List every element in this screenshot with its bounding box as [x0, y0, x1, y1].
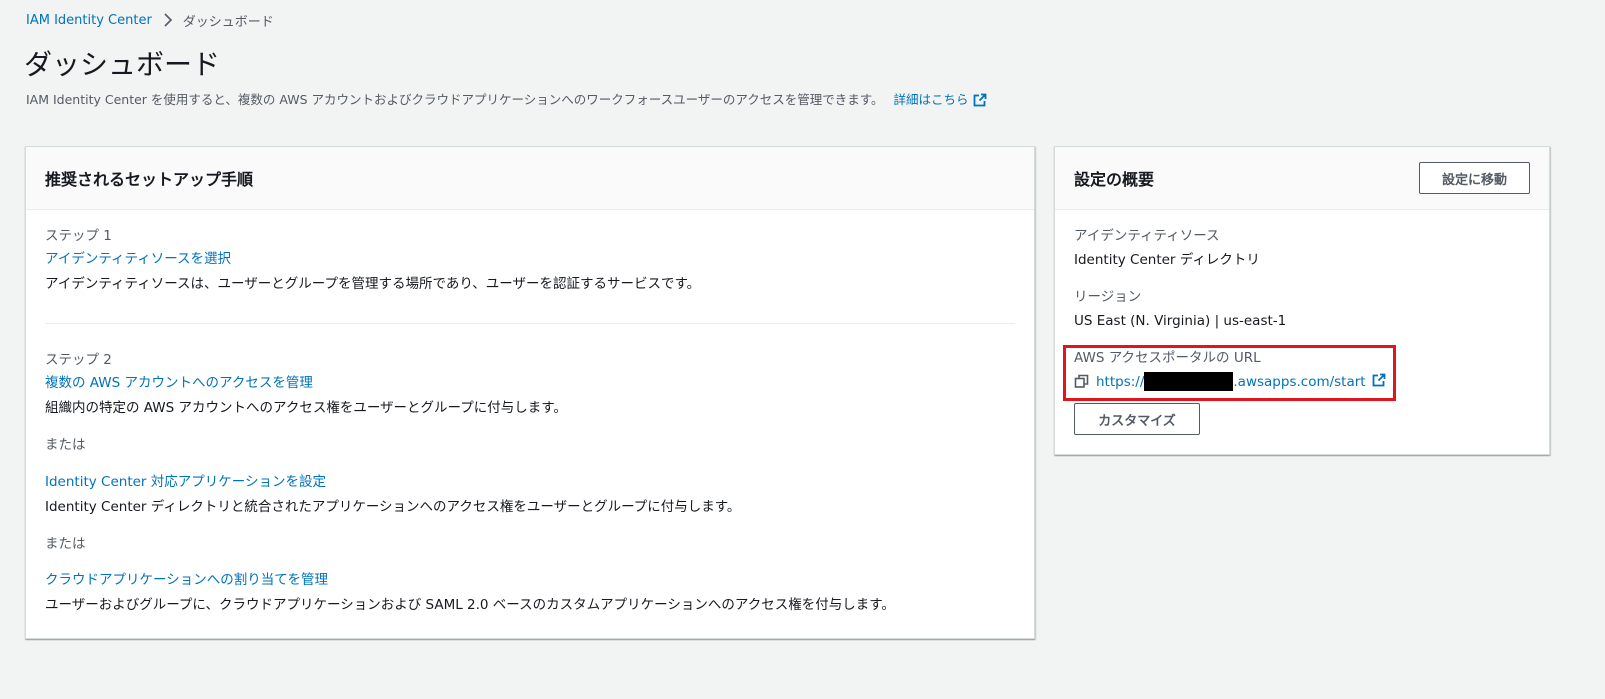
page-description-text: IAM Identity Center を使用すると、複数の AWS アカウント… — [26, 92, 884, 107]
region-field: リージョン US East (N. Virginia) | us-east-1 — [1074, 287, 1286, 331]
breadcrumb: IAM Identity Center ダッシュボード — [26, 10, 274, 30]
breadcrumb-current: ダッシュボード — [182, 14, 274, 30]
settings-summary-panel: 設定の概要 設定に移動 アイデンティティソース Identity Center … — [1054, 146, 1550, 455]
setup-steps-header: 推奨されるセットアップ手順 — [26, 147, 1034, 210]
manage-aws-accounts-description: 組織内の特定の AWS アカウントへのアクセス権をユーザーとグループに付与します… — [45, 400, 567, 416]
configure-apps-description: Identity Center ディレクトリと統合されたアプリケーションへのアク… — [45, 499, 741, 515]
manage-aws-accounts-link[interactable]: 複数の AWS アカウントへのアクセスを管理 — [45, 373, 895, 393]
highlight-annotation-box — [1063, 345, 1396, 401]
page-description: IAM Identity Center を使用すると、複数の AWS アカウント… — [26, 90, 987, 113]
setup-steps-title: 推奨されるセットアップ手順 — [45, 170, 254, 189]
or-separator-2: または — [45, 536, 86, 552]
step-2: ステップ 2 複数の AWS アカウントへのアクセスを管理 組織内の特定の AW… — [45, 350, 895, 615]
configure-identity-center-apps-link[interactable]: Identity Center 対応アプリケーションを設定 — [45, 472, 895, 492]
identity-source-label: アイデンティティソース — [1074, 228, 1220, 244]
region-label: リージョン — [1074, 289, 1142, 305]
go-to-settings-button[interactable]: 設定に移動 — [1419, 162, 1530, 194]
step-1-description: アイデンティティソースは、ユーザーとグループを管理する場所であり、ユーザーを認証… — [45, 276, 701, 292]
region-value: US East (N. Virginia) | us-east-1 — [1074, 313, 1287, 329]
page-title: ダッシュボード — [24, 48, 221, 81]
or-separator-1: または — [45, 437, 86, 453]
customize-button[interactable]: カスタマイズ — [1074, 403, 1200, 435]
manage-cloud-app-assignments-link[interactable]: クラウドアプリケーションへの割り当てを管理 — [45, 570, 895, 590]
breadcrumb-iam-identity-center[interactable]: IAM Identity Center — [26, 13, 152, 28]
learn-more-label: 詳細はこちら — [893, 92, 969, 107]
identity-source-field: アイデンティティソース Identity Center ディレクトリ — [1074, 226, 1260, 270]
step-1-label: ステップ 1 — [45, 228, 112, 244]
identity-source-value: Identity Center ディレクトリ — [1074, 252, 1260, 268]
learn-more-link[interactable]: 詳細はこちら — [894, 92, 987, 107]
step-divider — [45, 323, 1015, 324]
external-link-icon — [973, 93, 987, 113]
setup-steps-panel: 推奨されるセットアップ手順 ステップ 1 アイデンティティソースを選択 アイデン… — [25, 146, 1035, 639]
choose-identity-source-link[interactable]: アイデンティティソースを選択 — [45, 249, 700, 269]
step-1: ステップ 1 アイデンティティソースを選択 アイデンティティソースは、ユーザーと… — [45, 226, 700, 294]
step-2-label: ステップ 2 — [45, 352, 112, 368]
chevron-right-icon — [163, 13, 173, 27]
page: IAM Identity Center ダッシュボード ダッシュボード IAM … — [0, 0, 1605, 699]
settings-summary-title: 設定の概要 — [1074, 170, 1155, 189]
settings-summary-header: 設定の概要 設定に移動 — [1055, 147, 1549, 210]
cloud-app-assignments-description: ユーザーおよびグループに、クラウドアプリケーションおよび SAML 2.0 ベー… — [45, 597, 895, 613]
